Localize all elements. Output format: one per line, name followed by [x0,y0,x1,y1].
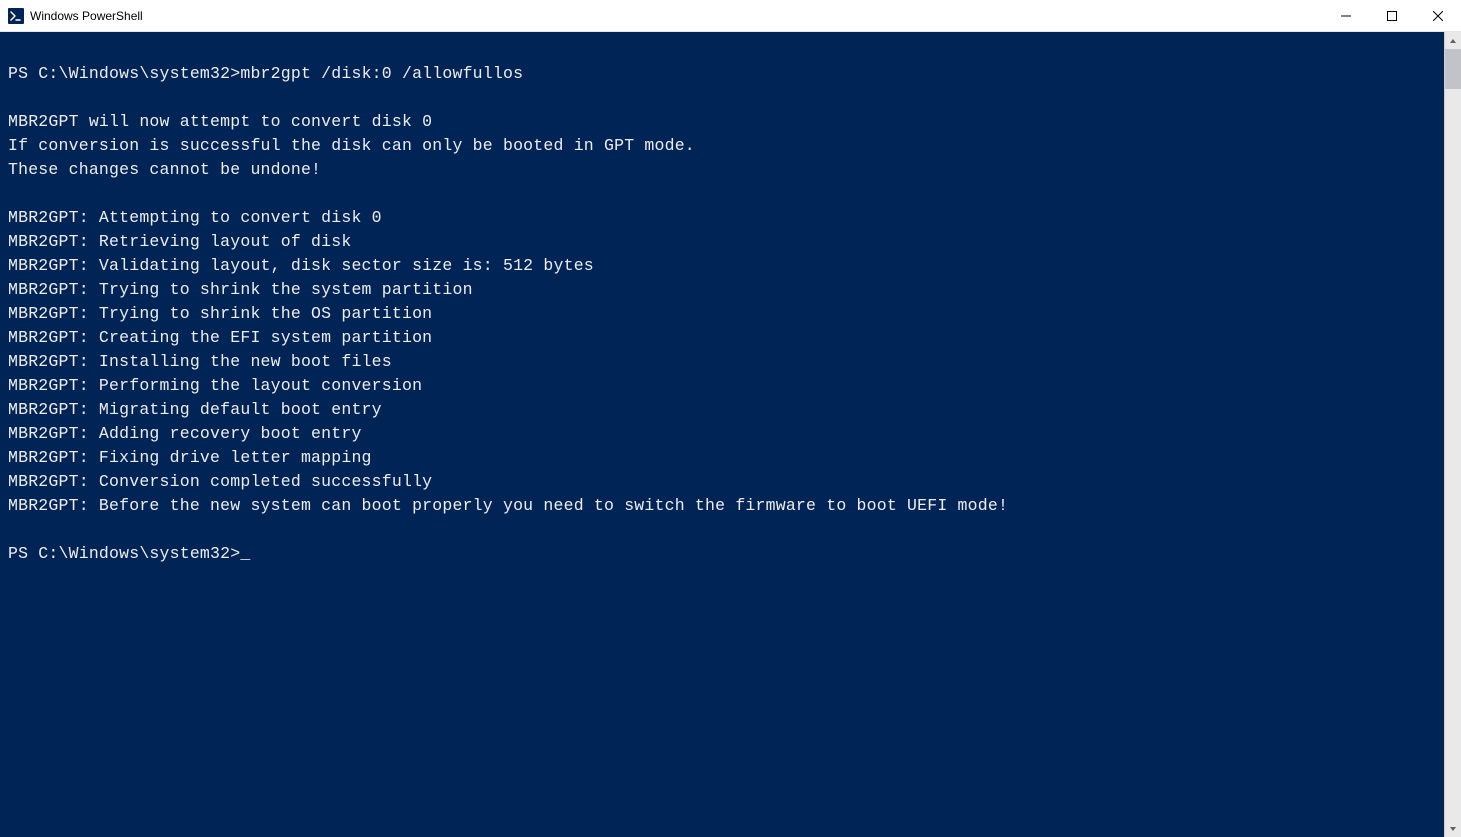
titlebar[interactable]: Windows PowerShell [0,0,1461,32]
output-line: MBR2GPT: Fixing drive letter mapping [8,446,1444,470]
terminal-wrapper: PS C:\Windows\system32>mbr2gpt /disk:0 /… [0,32,1461,837]
powershell-icon [8,8,24,24]
output-line: MBR2GPT: Trying to shrink the OS partiti… [8,302,1444,326]
command-text: mbr2gpt /disk:0 /allowfullos [240,64,523,83]
output-line: MBR2GPT: Performing the layout conversio… [8,374,1444,398]
output-line: MBR2GPT: Conversion completed successful… [8,470,1444,494]
scroll-track[interactable] [1445,49,1461,820]
output-line: MBR2GPT: Migrating default boot entry [8,398,1444,422]
minimize-button[interactable] [1323,0,1369,31]
output-line: MBR2GPT: Adding recovery boot entry [8,422,1444,446]
output-line: MBR2GPT: Before the new system can boot … [8,494,1444,518]
output-line: These changes cannot be undone! [8,158,1444,182]
window-title: Windows PowerShell [30,9,143,23]
output-line: If conversion is successful the disk can… [8,134,1444,158]
terminal[interactable]: PS C:\Windows\system32>mbr2gpt /disk:0 /… [0,32,1444,837]
prompt-line: PS C:\Windows\system32>mbr2gpt /disk:0 /… [8,62,1444,86]
prompt-prefix: PS C:\Windows\system32> [8,544,240,563]
scroll-thumb[interactable] [1445,49,1461,89]
output-line: MBR2GPT: Installing the new boot files [8,350,1444,374]
output-line: MBR2GPT: Creating the EFI system partiti… [8,326,1444,350]
maximize-button[interactable] [1369,0,1415,31]
scroll-up-arrow[interactable] [1445,32,1461,49]
close-button[interactable] [1415,0,1461,31]
output-line [8,518,1444,542]
window-controls [1323,0,1461,31]
output-line: MBR2GPT: Trying to shrink the system par… [8,278,1444,302]
output-line [8,182,1444,206]
scroll-down-arrow[interactable] [1445,820,1461,837]
output-line [8,86,1444,110]
prompt-prefix: PS C:\Windows\system32> [8,64,240,83]
output-line: MBR2GPT will now attempt to convert disk… [8,110,1444,134]
scrollbar[interactable] [1444,32,1461,837]
output-line: MBR2GPT: Attempting to convert disk 0 [8,206,1444,230]
prompt-line-current: PS C:\Windows\system32>_ [8,542,1444,566]
output-line: MBR2GPT: Validating layout, disk sector … [8,254,1444,278]
output-line: MBR2GPT: Retrieving layout of disk [8,230,1444,254]
cursor: _ [240,542,250,566]
